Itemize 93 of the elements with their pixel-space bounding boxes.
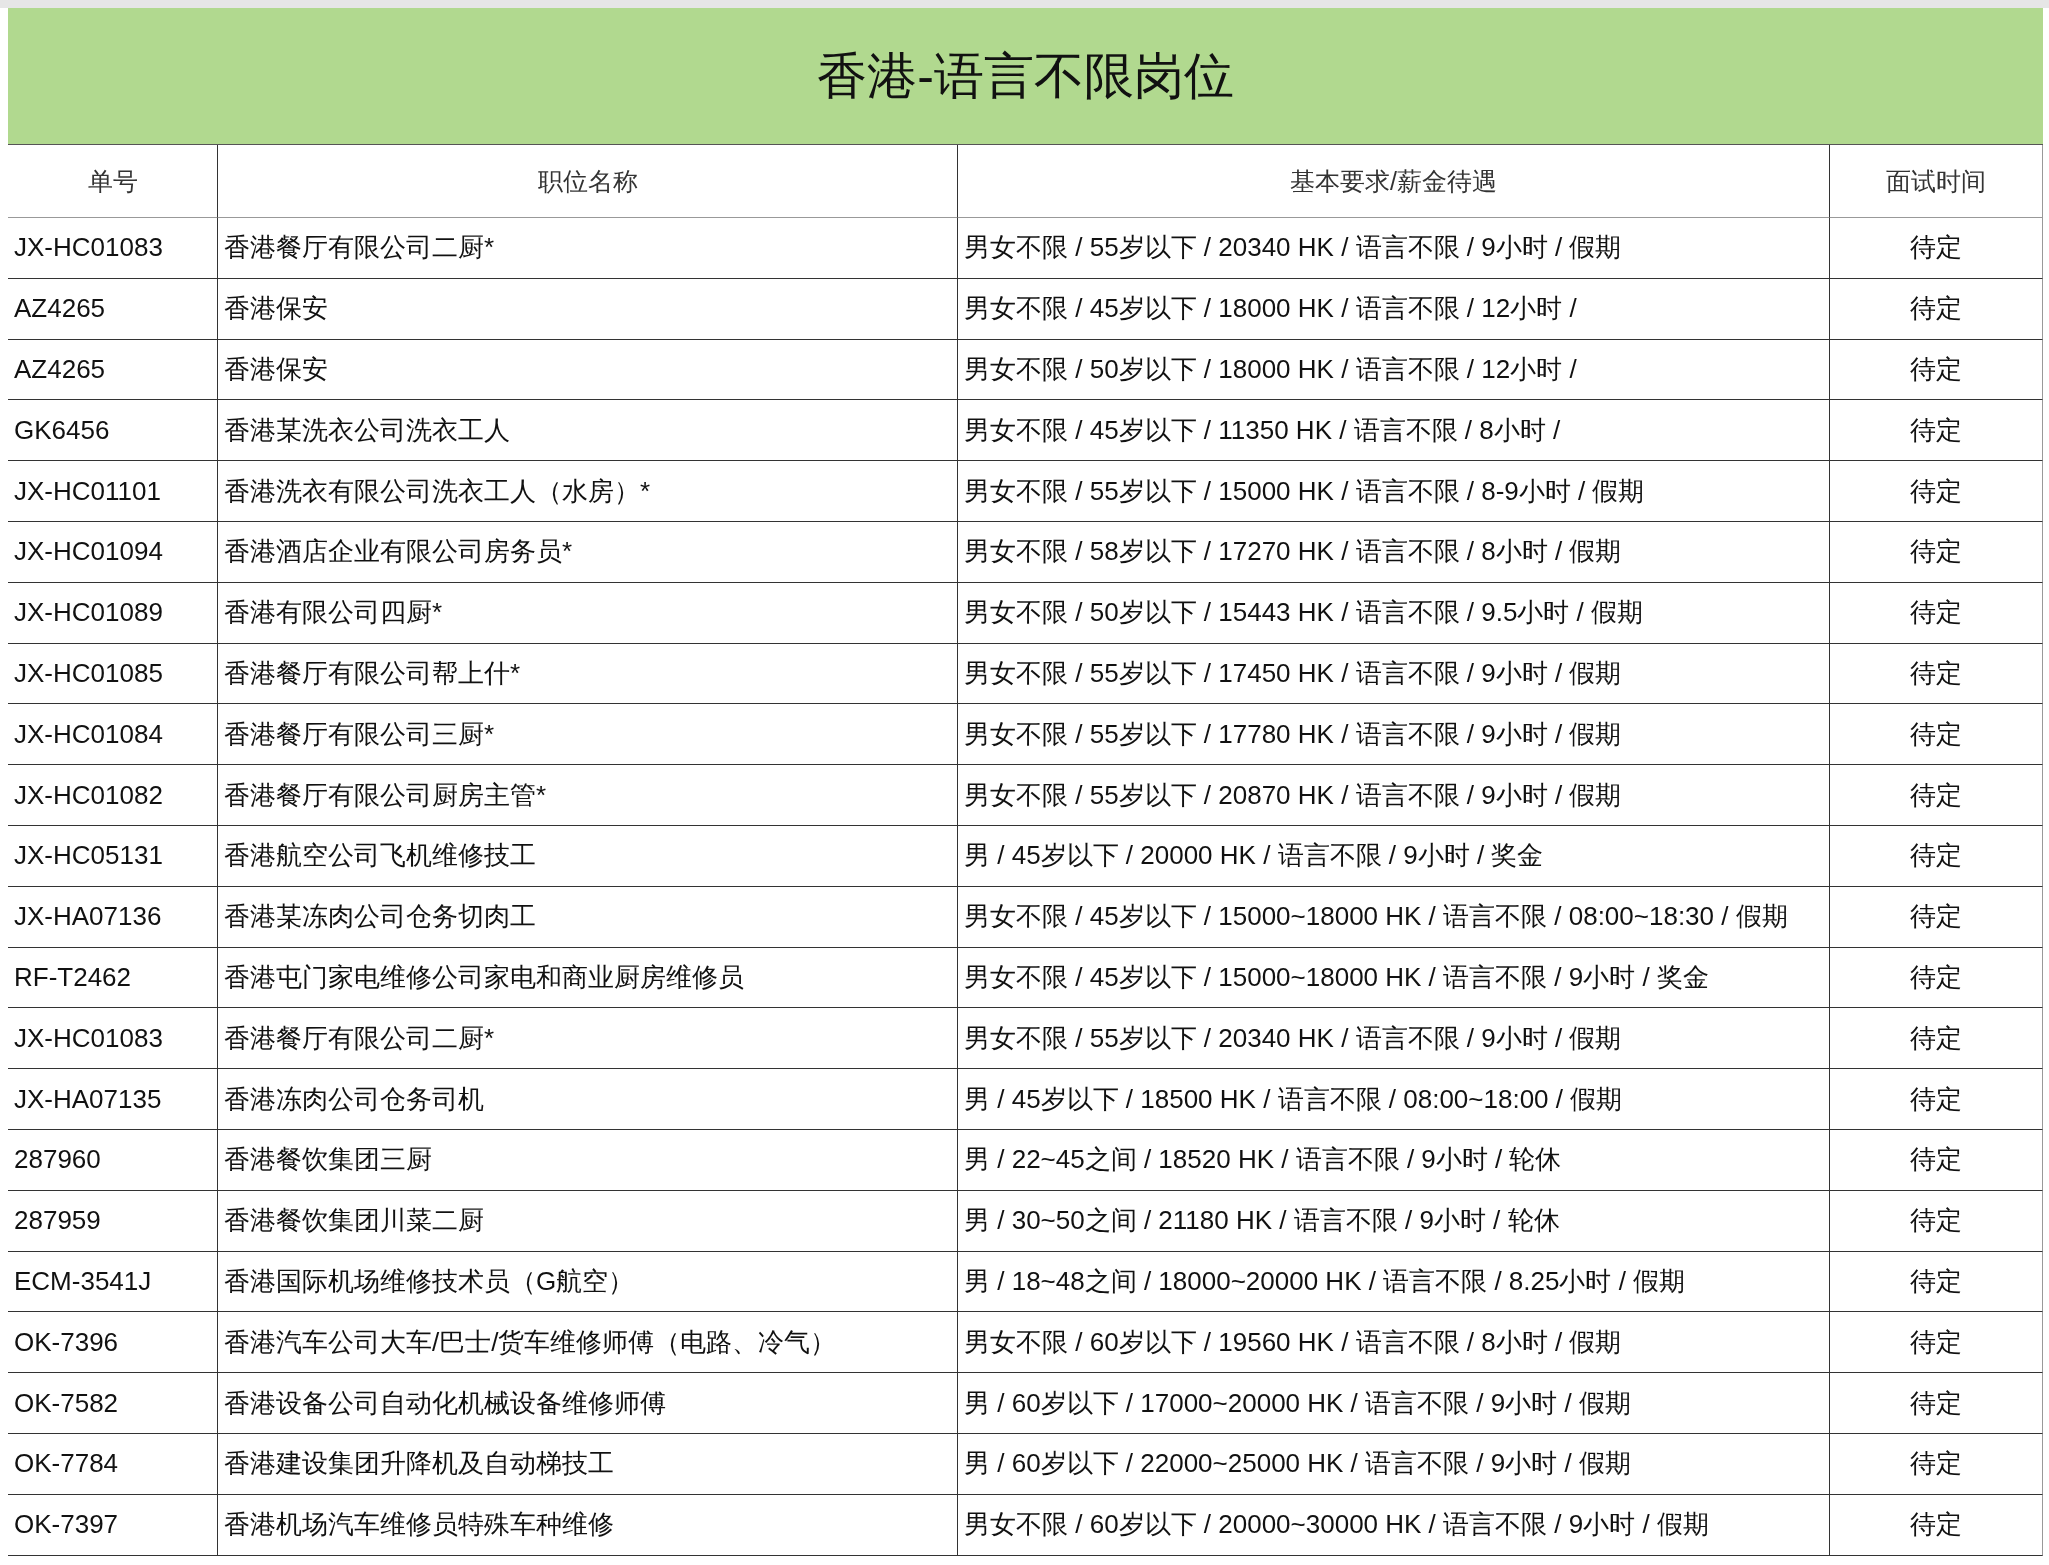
table-cell: 男 / 60岁以下 / 22000~25000 HK / 语言不限 / 9小时 / 假期 <box>958 1433 1830 1495</box>
table-cell: 香港餐厅有限公司二厨* <box>218 1008 958 1070</box>
table-cell: 待定 <box>1830 1069 2043 1130</box>
table-cell: AZ4265 <box>8 278 218 340</box>
table-cell: 男 / 22~45之间 / 18520 HK / 语言不限 / 9小时 / 轮休 <box>958 1129 1830 1191</box>
column-header: 单号 <box>8 145 218 218</box>
table-cell: 待定 <box>1830 218 2043 279</box>
table-cell: 男女不限 / 55岁以下 / 20870 HK / 语言不限 / 9小时 / 假期 <box>958 765 1830 826</box>
table-cell: 待定 <box>1830 765 2043 826</box>
table-cell: 香港汽车公司大车/巴士/货车维修师傅（电路、冷气） <box>218 1312 958 1374</box>
table-cell: 待定 <box>1830 704 2043 766</box>
table-cell: 男女不限 / 50岁以下 / 18000 HK / 语言不限 / 12小时 / <box>958 339 1830 401</box>
table-cell: 男女不限 / 60岁以下 / 19560 HK / 语言不限 / 8小时 / 假期 <box>958 1312 1830 1374</box>
table-cell: GK6456 <box>8 400 218 462</box>
table-cell: 待定 <box>1830 1129 2043 1191</box>
table-cell: OK-7784 <box>8 1433 218 1495</box>
table-cell: 男女不限 / 58岁以下 / 17270 HK / 语言不限 / 8小时 / 假期 <box>958 522 1830 583</box>
table-cell: 男 / 45岁以下 / 18500 HK / 语言不限 / 08:00~18:00 / 假期 <box>958 1069 1830 1130</box>
table-cell: 待定 <box>1830 461 2043 522</box>
table-cell: 香港设备公司自动化机械设备维修师傅 <box>218 1373 958 1434</box>
table-cell: 男女不限 / 45岁以下 / 15000~18000 HK / 语言不限 / 9小时 / 奖金 <box>958 947 1830 1009</box>
table-cell: 香港餐饮集团三厨 <box>218 1129 958 1191</box>
table-cell: 待定 <box>1830 1190 2043 1252</box>
table-cell: 男女不限 / 60岁以下 / 20000~30000 HK / 语言不限 / 9小时 / 假期 <box>958 1494 1830 1556</box>
table-cell: 香港餐厅有限公司三厨* <box>218 704 958 766</box>
table-cell: 待定 <box>1830 1008 2043 1070</box>
table-cell: 香港餐饮集团川菜二厨 <box>218 1190 958 1252</box>
table-cell: JX-HC01082 <box>8 765 218 826</box>
table-cell: ECM-3541J <box>8 1251 218 1313</box>
table-cell: 香港建设集团升降机及自动梯技工 <box>218 1433 958 1495</box>
table-cell: 香港航空公司飞机维修技工 <box>218 825 958 887</box>
table-cell: 香港冻肉公司仓务司机 <box>218 1069 958 1130</box>
table-cell: 香港保安 <box>218 278 958 340</box>
table-cell: JX-HC01085 <box>8 643 218 705</box>
table-cell: JX-HC01101 <box>8 461 218 522</box>
table-cell: 男女不限 / 55岁以下 / 15000 HK / 语言不限 / 8-9小时 / 假期 <box>958 461 1830 522</box>
table-cell: JX-HC01083 <box>8 1008 218 1070</box>
table-cell: RF-T2462 <box>8 947 218 1009</box>
table-cell: 待定 <box>1830 339 2043 401</box>
table-cell: 香港餐厅有限公司厨房主管* <box>218 765 958 826</box>
table-cell: 待定 <box>1830 643 2043 705</box>
table-cell: 香港某冻肉公司仓务切肉工 <box>218 886 958 948</box>
table-cell: 男女不限 / 55岁以下 / 20340 HK / 语言不限 / 9小时 / 假期 <box>958 218 1830 279</box>
sheet-title: 香港-语言不限岗位 <box>8 8 2043 145</box>
table-cell: JX-HC01094 <box>8 522 218 583</box>
table-cell: 待定 <box>1830 825 2043 887</box>
table-cell: 男女不限 / 45岁以下 / 18000 HK / 语言不限 / 12小时 / <box>958 278 1830 340</box>
table-cell: JX-HC01084 <box>8 704 218 766</box>
table-cell: OK-7397 <box>8 1494 218 1556</box>
table-cell: 待定 <box>1830 1312 2043 1374</box>
table-cell: 待定 <box>1830 1251 2043 1313</box>
table-cell: 香港餐厅有限公司帮上什* <box>218 643 958 705</box>
table-cell: 香港酒店企业有限公司房务员* <box>218 522 958 583</box>
table-cell: 待定 <box>1830 886 2043 948</box>
table-cell: 待定 <box>1830 278 2043 340</box>
table-cell: 香港机场汽车维修员特殊车种维修 <box>218 1494 958 1556</box>
table-cell: OK-7582 <box>8 1373 218 1434</box>
table-cell: 待定 <box>1830 582 2043 644</box>
table-cell: 待定 <box>1830 522 2043 583</box>
column-header: 职位名称 <box>218 145 958 218</box>
table-cell: 男 / 30~50之间 / 21180 HK / 语言不限 / 9小时 / 轮休 <box>958 1190 1830 1252</box>
table-cell: JX-HC05131 <box>8 825 218 887</box>
table-cell: 待定 <box>1830 1494 2043 1556</box>
table-cell: OK-7396 <box>8 1312 218 1374</box>
table-cell: 男女不限 / 50岁以下 / 15443 HK / 语言不限 / 9.5小时 / 假期 <box>958 582 1830 644</box>
table-cell: 男女不限 / 45岁以下 / 15000~18000 HK / 语言不限 / 08:00~18:30 / 假期 <box>958 886 1830 948</box>
table-cell: JX-HA07135 <box>8 1069 218 1130</box>
table-cell: 287960 <box>8 1129 218 1191</box>
table-cell: 香港洗衣有限公司洗衣工人（水房）* <box>218 461 958 522</box>
table-cell: 香港某洗衣公司洗衣工人 <box>218 400 958 462</box>
table-cell: 男 / 18~48之间 / 18000~20000 HK / 语言不限 / 8.25小时 / 假期 <box>958 1251 1830 1313</box>
table-cell: JX-HA07136 <box>8 886 218 948</box>
table-cell: 香港有限公司四厨* <box>218 582 958 644</box>
table-cell: 287959 <box>8 1190 218 1252</box>
table-cell: 男 / 60岁以下 / 17000~20000 HK / 语言不限 / 9小时 / 假期 <box>958 1373 1830 1434</box>
table-cell: 男女不限 / 55岁以下 / 17450 HK / 语言不限 / 9小时 / 假期 <box>958 643 1830 705</box>
table-cell: JX-HC01089 <box>8 582 218 644</box>
table-cell: 男女不限 / 45岁以下 / 11350 HK / 语言不限 / 8小时 / <box>958 400 1830 462</box>
table-cell: 男女不限 / 55岁以下 / 20340 HK / 语言不限 / 9小时 / 假期 <box>958 1008 1830 1070</box>
table-cell: JX-HC01083 <box>8 218 218 279</box>
table-cell: 男 / 45岁以下 / 20000 HK / 语言不限 / 9小时 / 奖金 <box>958 825 1830 887</box>
table-cell: 香港保安 <box>218 339 958 401</box>
table-cell: 香港餐厅有限公司二厨* <box>218 218 958 279</box>
table-cell: AZ4265 <box>8 339 218 401</box>
table-cell: 待定 <box>1830 947 2043 1009</box>
table-cell: 待定 <box>1830 400 2043 462</box>
table-cell: 待定 <box>1830 1373 2043 1434</box>
table-cell: 香港屯门家电维修公司家电和商业厨房维修员 <box>218 947 958 1009</box>
table-cell: 男女不限 / 55岁以下 / 17780 HK / 语言不限 / 9小时 / 假期 <box>958 704 1830 766</box>
column-header: 面试时间 <box>1830 145 2043 218</box>
column-header: 基本要求/薪金待遇 <box>958 145 1830 218</box>
table-cell: 待定 <box>1830 1433 2043 1495</box>
table-cell: 香港国际机场维修技术员（G航空） <box>218 1251 958 1313</box>
